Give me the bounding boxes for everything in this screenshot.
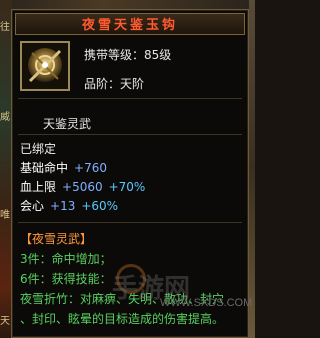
watermark-url: WWW.SXDS.COM <box>160 297 253 309</box>
stat-label: 基础命中 <box>20 161 69 175</box>
stat-label: 会心 <box>20 199 45 213</box>
divider <box>18 134 242 135</box>
item-tooltip: 夜雪天鉴玉钩 携带等级：85级 品阶：天阶 天鉴灵武 已绑定 基础命中 +760… <box>11 9 253 338</box>
divider <box>18 98 242 99</box>
stats-block: 已绑定 基础命中 +760 血上限 +5060 +70% 会心 +13 +60% <box>20 140 244 216</box>
stat-value: +5060 <box>62 180 103 194</box>
stat-row: 血上限 +5060 +70% <box>20 178 244 197</box>
stat-percent: +70% <box>108 180 146 194</box>
stat-value: +13 <box>50 199 76 213</box>
stat-percent: +60% <box>81 199 119 213</box>
game-scene-right-strip <box>249 0 255 338</box>
stat-label: 血上限 <box>20 180 57 194</box>
set-title: 【夜雪灵武】 <box>20 232 93 246</box>
set-skill-desc: 、封印、眩晕的目标造成的伤害提高。 <box>20 312 225 326</box>
divider <box>18 222 242 223</box>
stat-row: 基础命中 +760 <box>20 159 244 178</box>
stat-value: +760 <box>74 161 107 175</box>
bound-status: 已绑定 <box>20 142 57 156</box>
item-title: 夜雪天鉴玉钩 <box>81 18 178 33</box>
tooltip-title-bar: 夜雪天鉴玉钩 <box>15 13 245 35</box>
jade-hook-icon <box>22 43 68 89</box>
item-grade: 品阶：天阶 <box>84 77 145 91</box>
item-name: 天鉴灵武 <box>43 117 92 131</box>
item-icon-frame[interactable] <box>20 41 70 91</box>
carry-level: 携带等级：85级 <box>84 48 172 62</box>
stat-row: 会心 +13 +60% <box>20 197 244 216</box>
